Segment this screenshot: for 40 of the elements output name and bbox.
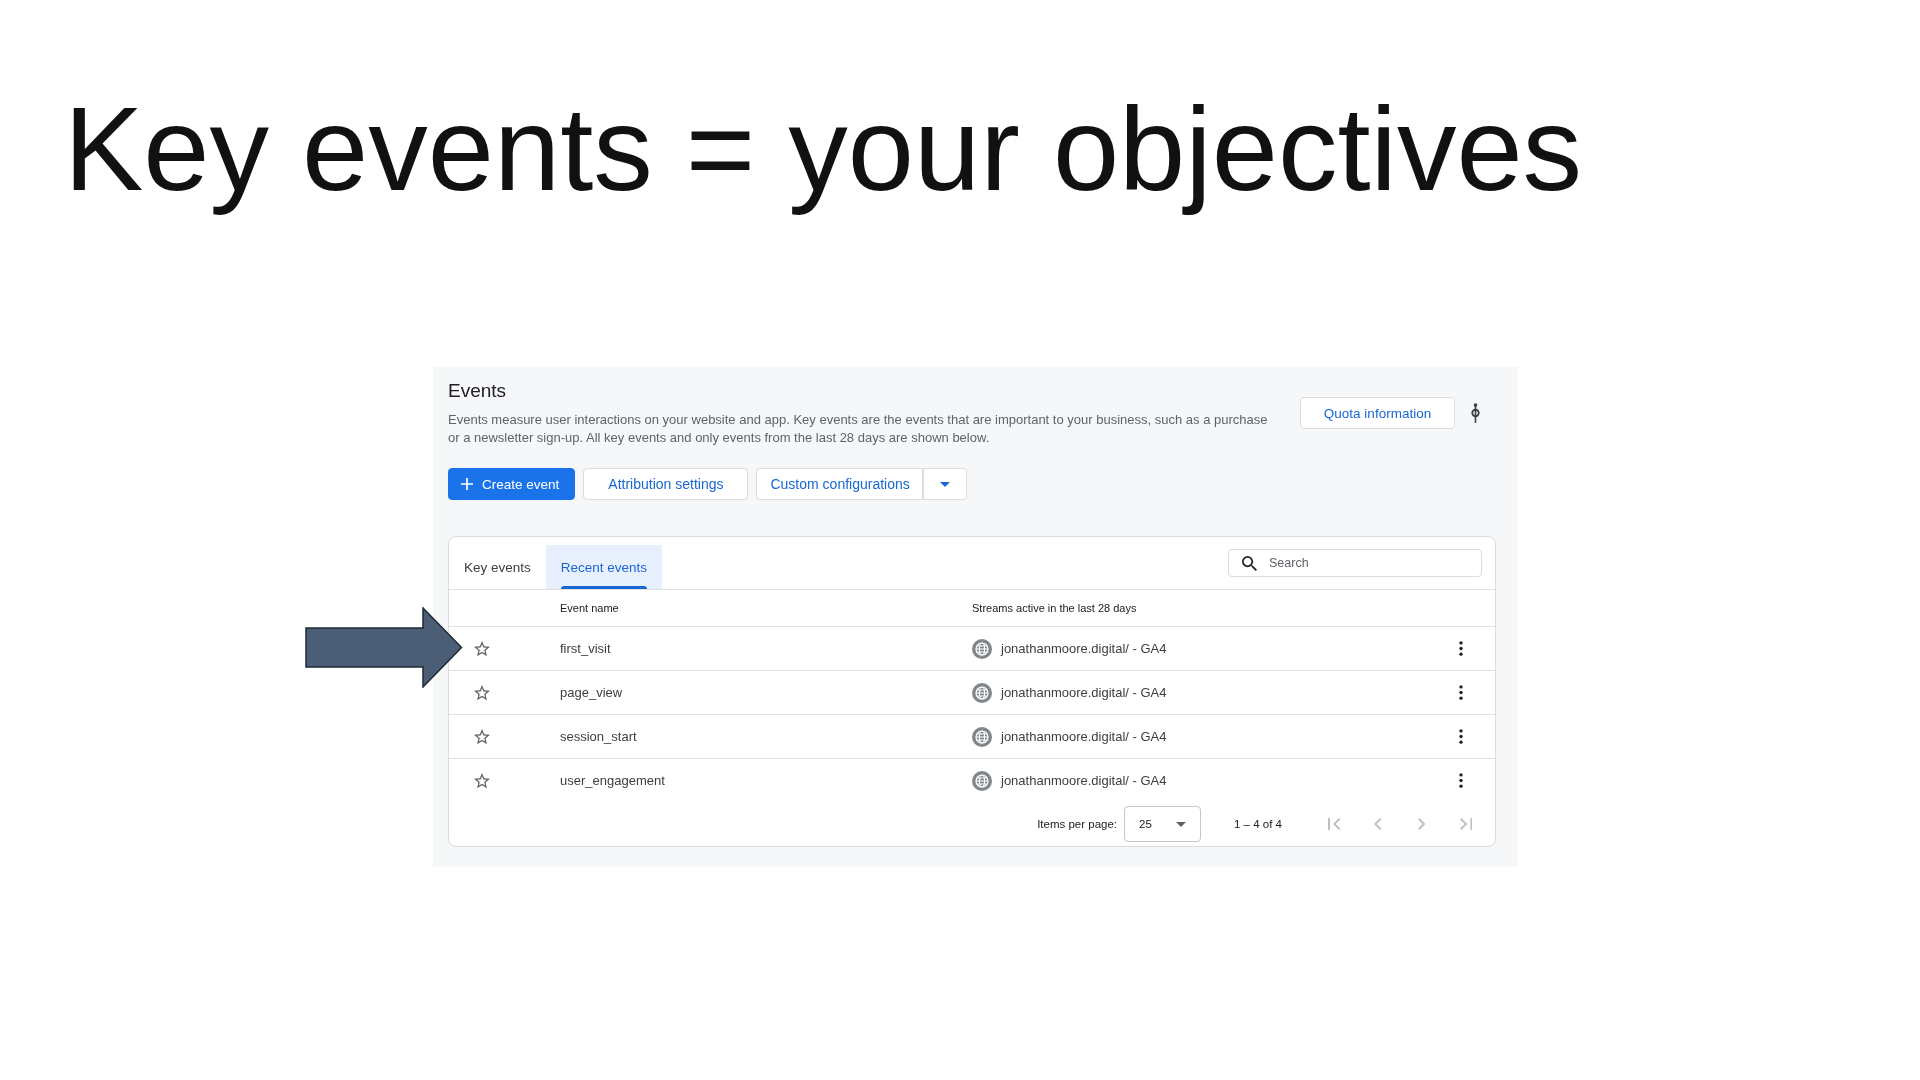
star-icon[interactable] <box>474 640 490 657</box>
column-header: Streams active in the last 28 days <box>972 602 1137 614</box>
items-per-page-label: Items per page: <box>1037 818 1118 830</box>
search-icon <box>1242 555 1257 571</box>
event-name: page_view <box>560 685 623 700</box>
more-options-icon[interactable] <box>1459 729 1463 744</box>
panel-description: Events measure user interactions on your website and app. Key events are the events that are important to your business, such as a purchase or a newsletter sign-up. All key events and only events from the last 28 days are shown below. <box>448 411 1269 447</box>
globe-icon <box>972 726 992 747</box>
custom-configurations-button[interactable]: Custom configurations <box>756 468 924 500</box>
caret-icon <box>1176 821 1187 827</box>
event-name: first_visit <box>560 641 611 656</box>
create-event-button[interactable]: Create event <box>448 468 576 500</box>
stream-name: jonathanmoore.digital/ - GA4 <box>1001 773 1167 788</box>
ring-stem-icon[interactable] <box>1471 403 1480 423</box>
column-header: Event name <box>560 602 619 614</box>
slide-title: Key events = your objectives <box>63 81 1583 217</box>
more-options-icon[interactable] <box>1459 773 1463 788</box>
search-field[interactable]: Search <box>1228 549 1482 577</box>
stream-name: jonathanmoore.digital/ - GA4 <box>1001 729 1167 744</box>
event-name: session_start <box>560 729 637 744</box>
star-icon[interactable] <box>474 728 490 745</box>
items-per-page-select[interactable]: 25 <box>1124 806 1202 842</box>
event-name: user_engagement <box>560 773 665 788</box>
star-icon[interactable] <box>474 772 490 789</box>
more-options-icon[interactable] <box>1459 641 1463 656</box>
star-icon[interactable] <box>474 684 490 701</box>
caret-icon <box>939 481 950 487</box>
attribution-settings-button[interactable]: Attribution settings <box>583 468 749 500</box>
tab[interactable]: Key events <box>449 545 546 589</box>
plus-icon <box>461 478 473 490</box>
more-options-icon[interactable] <box>1459 685 1463 700</box>
quota-information-button[interactable]: Quota information <box>1300 397 1455 429</box>
globe-icon <box>972 638 992 659</box>
stream-name: jonathanmoore.digital/ - GA4 <box>1001 685 1167 700</box>
globe-icon <box>972 682 992 703</box>
panel-title: Events <box>448 379 508 403</box>
tab[interactable]: Recent events <box>545 545 663 589</box>
page-range: 1 – 4 of 4 <box>1234 818 1282 830</box>
globe-icon <box>972 770 992 791</box>
stream-name: jonathanmoore.digital/ - GA4 <box>1001 641 1167 656</box>
